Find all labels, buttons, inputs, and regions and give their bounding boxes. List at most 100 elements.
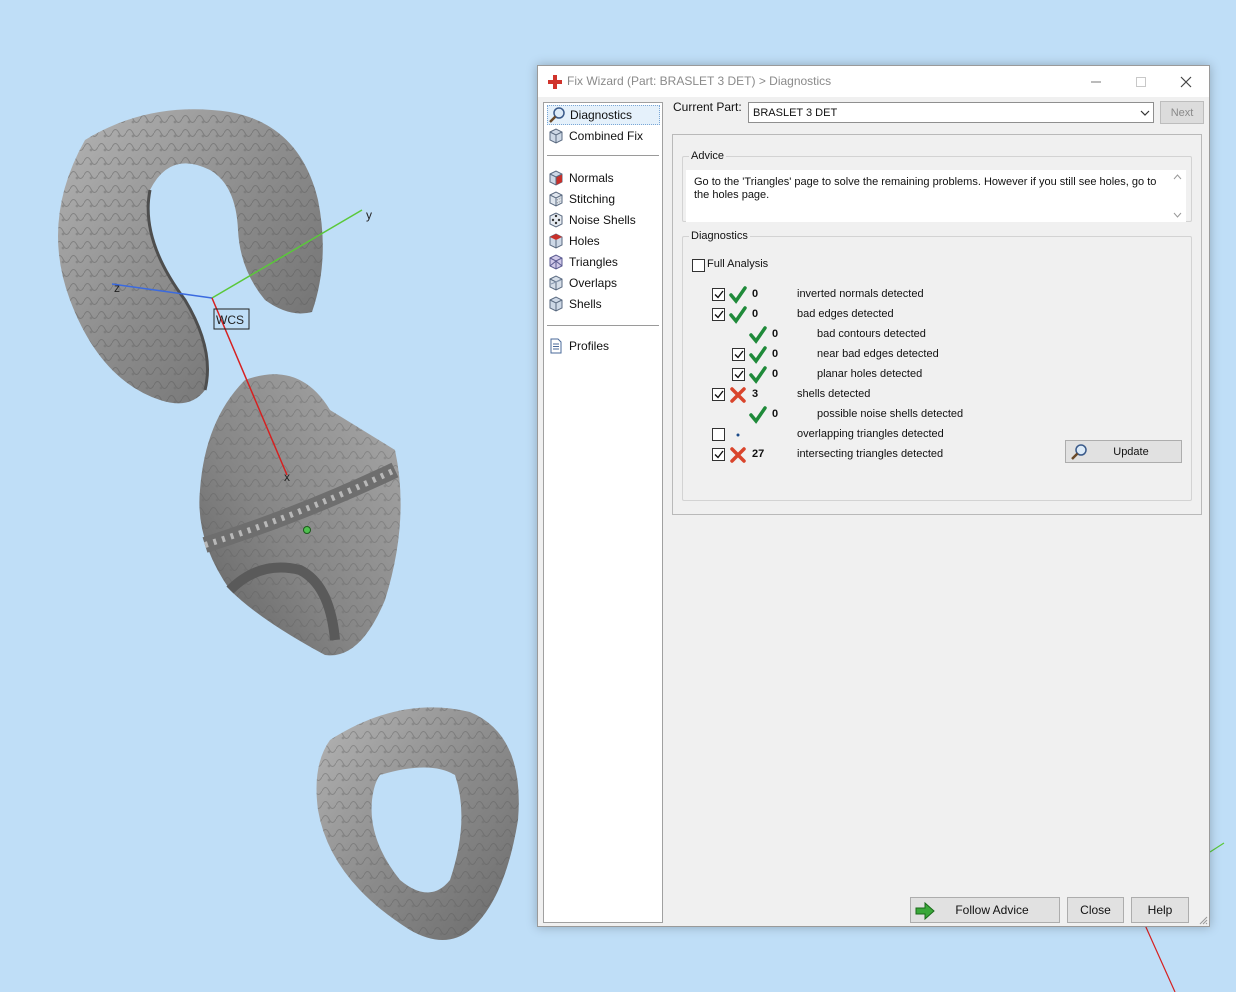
near-bad-edges-count: 0 — [772, 348, 779, 360]
advice-legend: Advice — [691, 150, 725, 162]
fix-wizard-dialog: Fix Wizard (Part: BRASLET 3 DET) > Diagn… — [537, 65, 1210, 927]
inverted-normals-label: inverted normals detected — [797, 288, 924, 300]
help-button[interactable]: Help — [1131, 897, 1189, 923]
document-icon — [550, 338, 562, 354]
ok-check-icon — [749, 366, 767, 384]
nav-item-noise-shells[interactable]: Noise Shells — [547, 210, 660, 230]
error-cross-icon — [730, 387, 746, 403]
planar-holes-checkbox[interactable] — [732, 368, 745, 381]
normals-cube-icon — [549, 170, 563, 186]
update-button[interactable]: Update — [1065, 440, 1182, 463]
planar-holes-count: 0 — [772, 368, 779, 380]
ok-check-icon — [749, 406, 767, 424]
z-axis-label: z — [114, 281, 120, 295]
nav-item-combined-fix[interactable]: Combined Fix — [547, 126, 660, 146]
resize-grip-icon[interactable] — [1198, 915, 1208, 925]
nav-item-stitching[interactable]: Stitching — [547, 189, 660, 209]
advice-scrollbar[interactable] — [1169, 170, 1186, 222]
magnifier-icon — [549, 107, 565, 123]
window-close-button[interactable] — [1163, 66, 1208, 97]
maximize-button[interactable] — [1118, 66, 1163, 97]
intersecting-triangles-label: intersecting triangles detected — [797, 448, 944, 460]
diagnostics-legend: Diagnostics — [691, 230, 748, 242]
nav-item-shells[interactable]: Shells — [547, 294, 660, 314]
wizard-nav: Diagnostics Combined Fix Normals Stitchi… — [543, 102, 663, 923]
stitching-cube-icon — [549, 191, 563, 207]
model-part-bottom[interactable] — [316, 707, 519, 940]
maximize-icon — [1135, 76, 1146, 87]
planar-holes-label: planar holes detected — [817, 368, 923, 380]
nav-separator — [547, 325, 659, 326]
bad-edges-label: bad edges detected — [797, 308, 894, 320]
model-part-middle[interactable] — [199, 374, 401, 656]
ok-check-icon — [749, 346, 767, 364]
window-title: Fix Wizard (Part: BRASLET 3 DET) > Diagn… — [567, 74, 832, 88]
current-part-label: Current Part: — [673, 100, 742, 114]
wcs-label: WCS — [216, 313, 244, 327]
close-icon — [1180, 76, 1191, 87]
checkmark-icon — [714, 390, 724, 399]
y-axis-label: y — [366, 208, 372, 222]
near-bad-edges-label: near bad edges detected — [817, 348, 939, 360]
full-analysis-label: Full Analysis — [707, 258, 769, 270]
checkmark-icon — [734, 350, 744, 359]
nav-separator — [547, 155, 659, 156]
bad-contours-label: bad contours detected — [817, 328, 926, 340]
near-bad-edges-checkbox[interactable] — [732, 348, 745, 361]
shells-count: 3 — [752, 388, 759, 400]
red-cross-icon — [548, 75, 562, 89]
nav-item-diagnostics[interactable]: Diagnostics — [547, 105, 660, 125]
noise-shells-label: possible noise shells detected — [817, 408, 964, 420]
checkmark-icon — [714, 290, 724, 299]
bad-contours-count: 0 — [772, 328, 779, 340]
ok-check-icon — [729, 286, 747, 304]
minimize-button[interactable] — [1073, 66, 1118, 97]
triangles-cube-icon — [549, 254, 563, 270]
next-button[interactable]: Next — [1160, 101, 1204, 124]
intersecting-triangles-count: 27 — [752, 448, 765, 460]
ok-check-icon — [729, 306, 747, 324]
current-part-value: BRASLET 3 DET — [753, 106, 838, 119]
title-bar[interactable]: Fix Wizard (Part: BRASLET 3 DET) > Diagn… — [538, 66, 1209, 97]
ok-check-icon — [749, 326, 767, 344]
error-cross-icon — [730, 447, 746, 463]
nav-item-holes[interactable]: Holes — [547, 231, 660, 251]
checkmark-icon — [734, 370, 744, 379]
x-axis-label: x — [284, 470, 290, 484]
cube-icon — [549, 128, 563, 144]
shells-checkbox[interactable] — [712, 388, 725, 401]
pending-dot-icon — [736, 433, 740, 437]
intersecting-triangles-checkbox[interactable] — [712, 448, 725, 461]
diagnostics-page: Advice Go to the 'Triangles' page to sol… — [672, 134, 1202, 515]
chevron-down-icon[interactable] — [1173, 212, 1182, 218]
chevron-up-icon[interactable] — [1173, 174, 1182, 180]
advice-group: Advice Go to the 'Triangles' page to sol… — [682, 150, 1192, 222]
nav-item-profiles[interactable]: Profiles — [547, 336, 660, 356]
nav-item-normals[interactable]: Normals — [547, 168, 660, 188]
noise-shells-count: 0 — [772, 408, 779, 420]
shells-cube-icon — [549, 296, 563, 312]
full-analysis-checkbox[interactable] — [692, 259, 705, 272]
bad-edges-checkbox[interactable] — [712, 308, 725, 321]
nav-item-triangles[interactable]: Triangles — [547, 252, 660, 272]
advice-textbox[interactable]: Go to the 'Triangles' page to solve the … — [686, 170, 1186, 222]
green-arrow-icon — [915, 901, 935, 921]
holes-cube-icon — [549, 233, 563, 249]
follow-advice-button[interactable]: Follow Advice — [910, 897, 1060, 923]
nav-item-overlaps[interactable]: Overlaps — [547, 273, 660, 293]
overlapping-triangles-label: overlapping triangles detected — [797, 428, 944, 440]
checkmark-icon — [714, 310, 724, 319]
current-part-select[interactable]: BRASLET 3 DET — [748, 102, 1154, 123]
chevron-down-icon — [1137, 105, 1153, 121]
overlapping-triangles-checkbox[interactable] — [712, 428, 725, 441]
advice-text: Go to the 'Triangles' page to solve the … — [694, 176, 1157, 201]
overlaps-cube-icon — [549, 275, 563, 291]
dice-icon — [549, 212, 563, 228]
close-button[interactable]: Close — [1067, 897, 1124, 923]
checkmark-icon — [714, 450, 724, 459]
bad-edges-count: 0 — [752, 308, 759, 320]
shells-label: shells detected — [797, 388, 871, 400]
inverted-normals-checkbox[interactable] — [712, 288, 725, 301]
inverted-normals-count: 0 — [752, 288, 759, 300]
minimize-icon — [1090, 81, 1101, 82]
